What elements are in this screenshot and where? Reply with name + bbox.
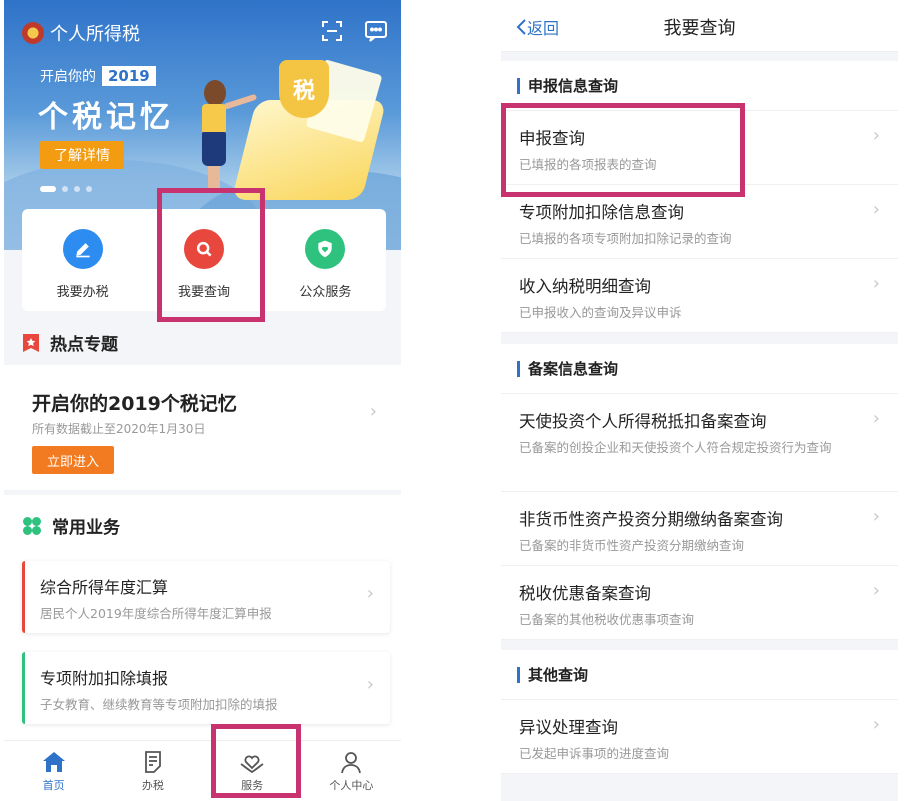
pen-icon	[62, 229, 103, 269]
common-services: 常用业务 综合所得年度汇算 居民个人2019年度综合所得年度汇算申报 › 专项附…	[4, 495, 401, 740]
left-screen: 个人所得税 开启你的 2019 个税记忆 了解详情 税 我要办税 我要查询 公众…	[4, 0, 401, 801]
message-icon[interactable]	[363, 18, 389, 44]
chevron-right-icon: ›	[366, 583, 374, 604]
year-tag: 2019	[102, 66, 156, 86]
row-income-tax-detail-query[interactable]: 收入纳税明细查询 已申报收入的查询及异议申诉 ›	[501, 259, 898, 333]
chevron-right-icon: ›	[872, 125, 880, 146]
chevron-right-icon: ›	[872, 714, 880, 735]
group-heading-filing: 申报信息查询	[501, 61, 898, 111]
app-header: 个人所得税	[22, 20, 140, 46]
quick-public-service[interactable]: 公众服务	[265, 209, 386, 311]
special-deduction-card[interactable]: 专项附加扣除填报 子女教育、继续教育等专项附加扣除的填报 ›	[22, 652, 390, 724]
enter-now-button[interactable]: 立即进入	[32, 446, 114, 474]
hot-topic-title: 开启你的2019个税记忆	[32, 393, 237, 415]
nav-bar: 返回 我要查询	[501, 0, 898, 52]
tab-profile[interactable]: 个人中心	[302, 741, 401, 801]
document-icon	[144, 750, 161, 773]
group-heading-record: 备案信息查询	[501, 344, 898, 394]
banner-title: 个税记忆	[38, 100, 174, 135]
bottom-tab-bar: 首页 办税 服务 个人中心	[4, 740, 401, 801]
tab-home[interactable]: 首页	[4, 741, 103, 801]
page-title: 我要查询	[663, 18, 736, 39]
row-filing-query[interactable]: 申报查询 已填报的各项报表的查询 ›	[501, 111, 898, 185]
quick-query[interactable]: 我要查询	[143, 209, 264, 311]
hot-topics-heading: 热点专题	[22, 330, 118, 355]
learn-more-button[interactable]: 了解详情	[40, 141, 124, 169]
bookmark-star-icon	[23, 333, 39, 352]
home-icon	[42, 751, 65, 772]
annual-settlement-card[interactable]: 综合所得年度汇算 居民个人2019年度综合所得年度汇算申报 ›	[22, 561, 390, 633]
clover-icon	[23, 516, 41, 535]
right-screen: 返回 我要查询 申报信息查询 申报查询 已填报的各项报表的查询 › 专项附加扣除…	[501, 0, 898, 801]
chevron-right-icon: ›	[872, 506, 880, 527]
quick-file-tax[interactable]: 我要办税	[22, 209, 143, 311]
row-special-deduction-query[interactable]: 专项附加扣除信息查询 已填报的各项专项附加扣除记录的查询 ›	[501, 185, 898, 259]
chevron-right-icon: ›	[872, 273, 880, 294]
heart-hands-icon	[240, 755, 264, 773]
group-heading-other: 其他查询	[501, 650, 898, 700]
banner-kicker: 开启你的 2019	[40, 66, 156, 86]
hot-topic-subtitle: 所有数据截止至2020年1月30日	[32, 422, 206, 436]
chevron-right-icon: ›	[872, 580, 880, 601]
chevron-right-icon: ›	[366, 674, 374, 695]
search-icon	[183, 229, 224, 269]
carousel-dots	[40, 186, 92, 192]
common-services-heading: 常用业务	[22, 513, 120, 538]
person-icon	[341, 751, 362, 773]
tab-tax[interactable]: 办税	[103, 741, 202, 801]
quick-actions: 我要办税 我要查询 公众服务	[22, 209, 386, 311]
tab-service[interactable]: 服务	[203, 741, 302, 801]
top-icons	[319, 18, 389, 44]
app-title: 个人所得税	[50, 24, 140, 45]
row-angel-investment-query[interactable]: 天使投资个人所得税抵扣备案查询 已备案的创投企业和天使投资个人符合规定投资行为查…	[501, 394, 898, 492]
chevron-right-icon: ›	[872, 408, 880, 429]
tax-emblem-icon	[22, 22, 44, 44]
row-tax-incentive-query[interactable]: 税收优惠备案查询 已备案的其他税收优惠事项查询 ›	[501, 566, 898, 640]
row-nonmonetary-asset-query[interactable]: 非货币性资产投资分期缴纳备案查询 已备案的非货币性资产投资分期缴纳查询 ›	[501, 492, 898, 566]
scan-icon[interactable]	[319, 18, 345, 44]
woman-illustration	[204, 80, 226, 106]
row-dispute-query[interactable]: 异议处理查询 已发起申诉事项的进度查询 ›	[501, 700, 898, 774]
hot-topic-card[interactable]: 开启你的2019个税记忆 所有数据截止至2020年1月30日 立即进入 ›	[4, 365, 401, 490]
chevron-right-icon: ›	[872, 199, 880, 220]
shield-heart-icon	[305, 229, 346, 269]
tax-shield-badge: 税	[279, 60, 329, 118]
chevron-right-icon: ›	[369, 401, 377, 422]
